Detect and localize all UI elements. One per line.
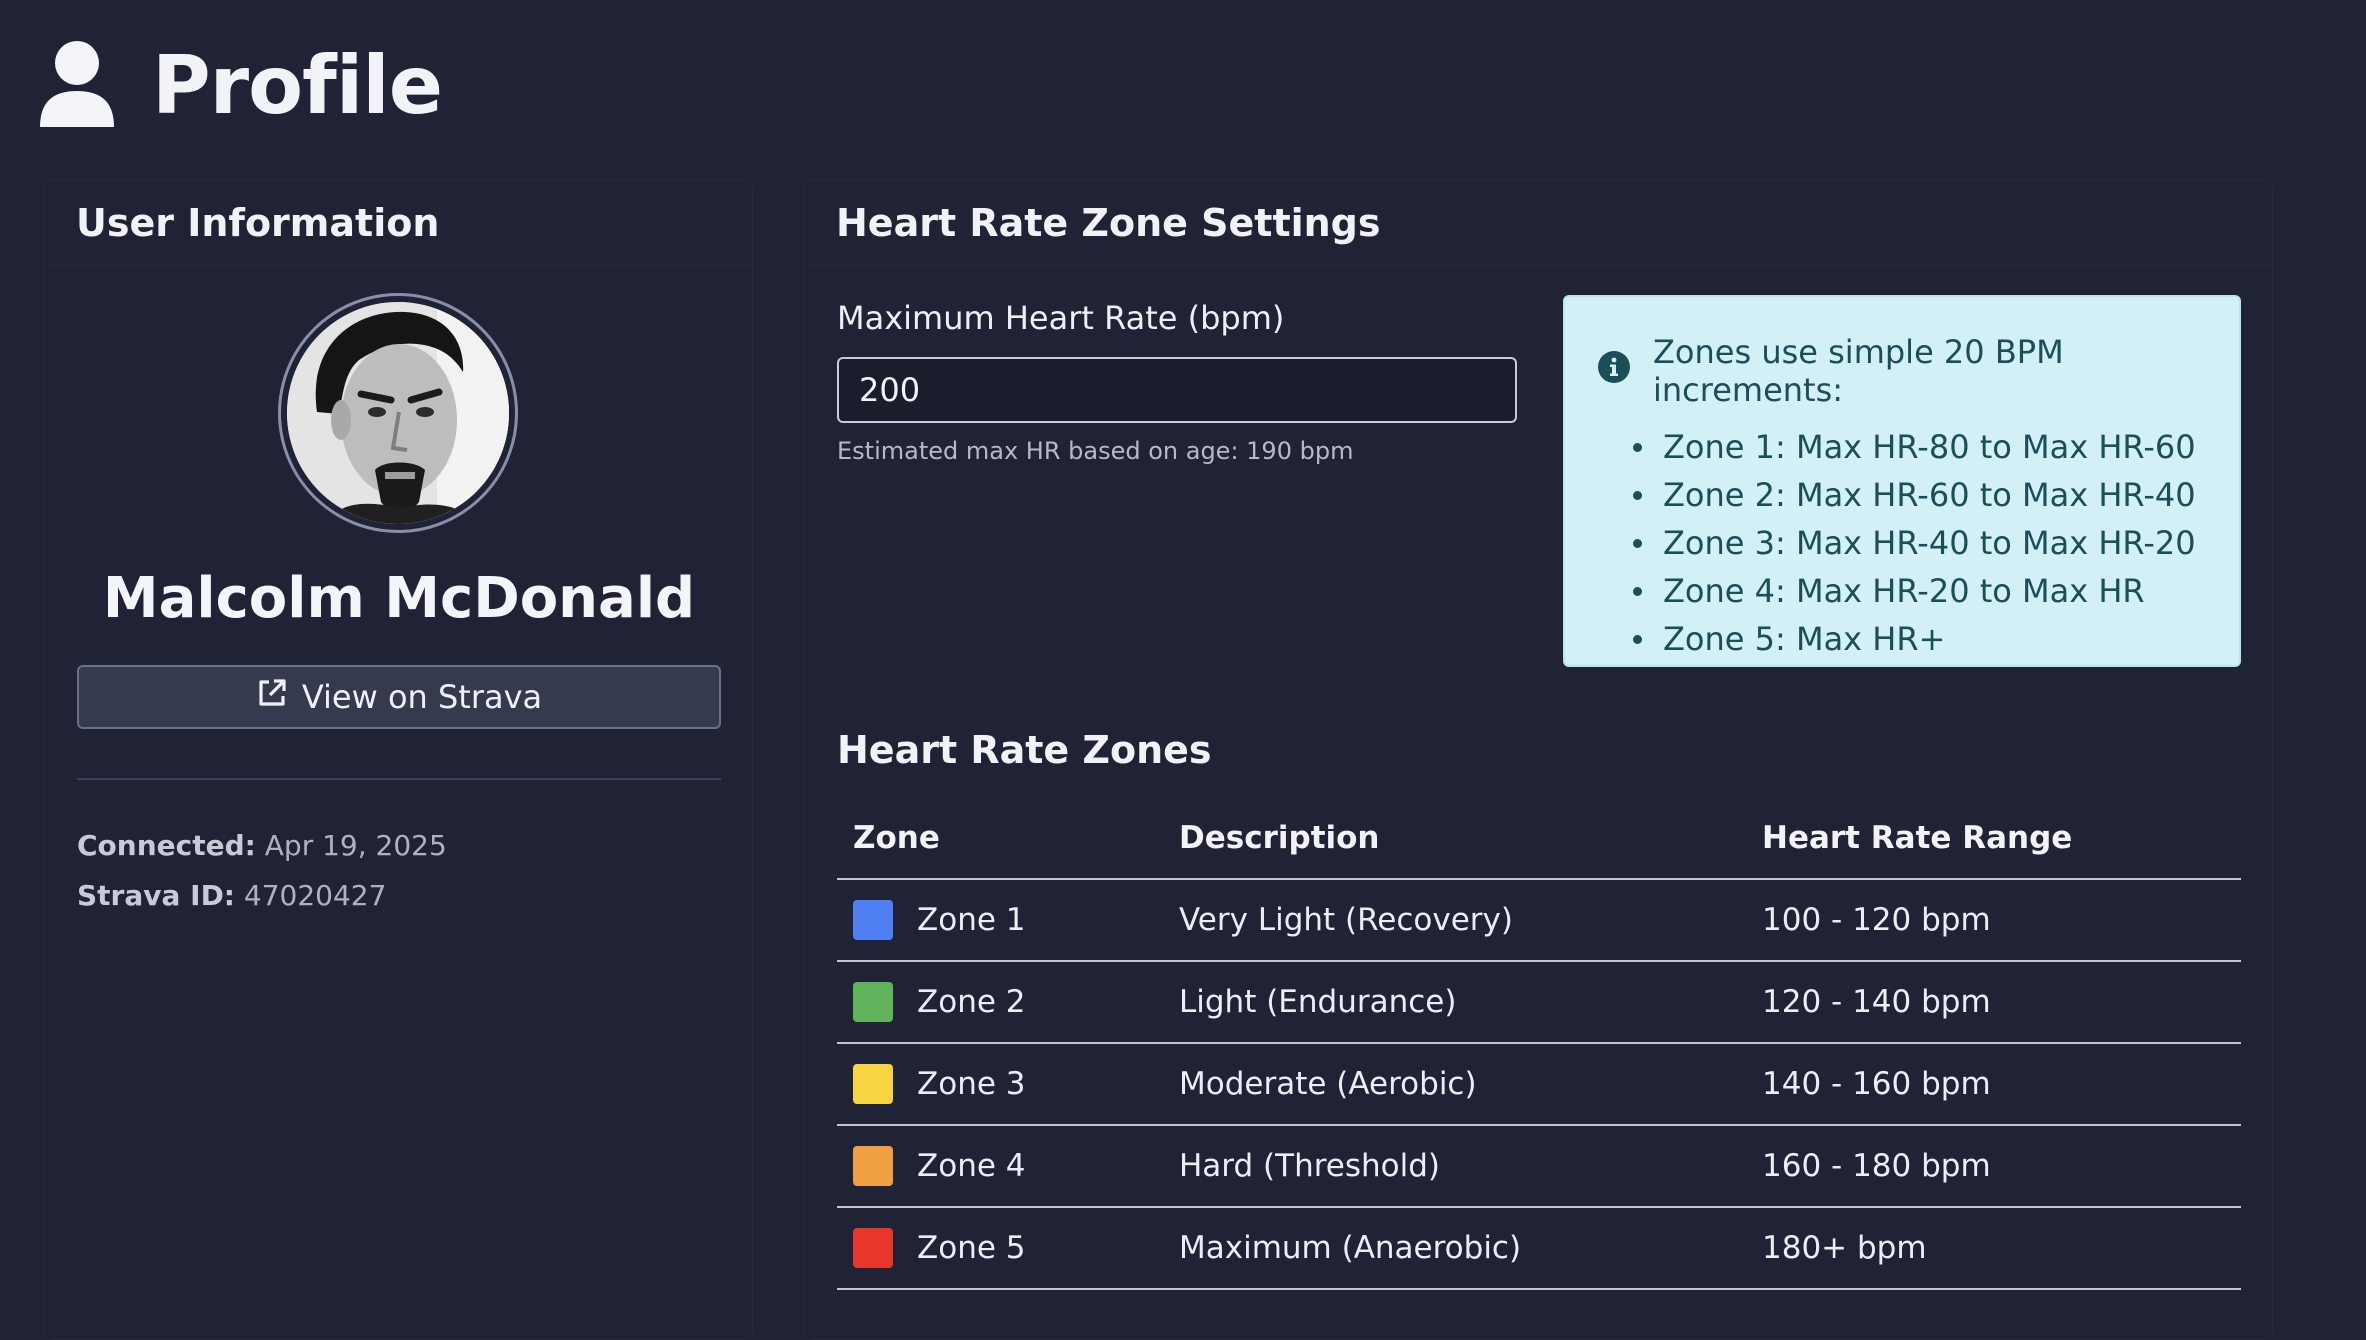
heart-rate-settings-heading: Heart Rate Zone Settings [836,201,1381,245]
zone-cell: Zone 5 [837,1207,1163,1290]
heart-rate-zones-table: Zone Description Heart Rate Range Zone 1… [837,797,2241,1290]
zone-description: Moderate (Aerobic) [1163,1043,1746,1126]
max-hr-help-text: Estimated max HR based on age: 190 bpm [837,437,1354,465]
column-header-range: Heart Rate Range [1746,797,2241,880]
max-hr-label: Maximum Heart Rate (bpm) [837,299,1285,337]
info-circle-icon [1597,350,1631,392]
zone-label: Zone 4 [917,1148,1026,1184]
user-name: Malcolm McDonald [102,566,696,631]
table-row: Zone 1 Very Light (Recovery) 100 - 120 b… [837,879,2241,962]
strava-id: Strava ID: 47020427 [77,879,386,912]
zone-range: 160 - 180 bpm [1746,1125,2241,1208]
zone-cell: Zone 3 [837,1043,1163,1126]
zone-rule-item: Zone 3: Max HR-40 to Max HR-20 [1633,519,2209,567]
table-row: Zone 2 Light (Endurance) 120 - 140 bpm [837,961,2241,1044]
zone-label: Zone 3 [917,1066,1026,1102]
page-header: Profile [38,30,443,140]
connected-label: Connected: [77,829,256,862]
zone-rule-item: Zone 1: Max HR-80 to Max HR-60 [1633,423,2209,471]
zone-description: Very Light (Recovery) [1163,879,1746,962]
user-info-card: User Information Malcolm McDonald View o… [43,180,753,1340]
zone-label: Zone 5 [917,1230,1026,1266]
external-link-icon [256,677,288,717]
zone-range: 100 - 120 bpm [1746,879,2241,962]
zone-rule-item: Zone 5: Max HR+ [1633,615,2209,663]
strava-id-label: Strava ID: [77,879,236,912]
zone-color-swatch [853,982,893,1022]
view-on-strava-label: View on Strava [301,678,543,716]
table-row: Zone 5 Maximum (Anaerobic) 180+ bpm [837,1207,2241,1290]
column-header-description: Description [1163,797,1746,880]
table-row: Zone 3 Moderate (Aerobic) 140 - 160 bpm [837,1043,2241,1126]
user-icon [38,39,116,131]
zone-rule-item: Zone 4: Max HR-20 to Max HR [1633,567,2209,615]
zone-rules-list: Zone 1: Max HR-80 to Max HR-60 Zone 2: M… [1597,423,2209,663]
info-title-text: Zones use simple 20 BPM increments: [1653,333,2064,409]
heart-rate-zones-heading: Heart Rate Zones [837,728,1212,772]
zone-color-swatch [853,1146,893,1186]
avatar-frame [278,293,518,533]
column-header-zone: Zone [837,797,1163,880]
divider [77,778,721,780]
zone-description: Light (Endurance) [1163,961,1746,1044]
zone-cell: Zone 1 [837,879,1163,962]
table-header-row: Zone Description Heart Rate Range [837,797,2241,880]
max-hr-input[interactable] [837,357,1517,423]
zone-description: Maximum (Anaerobic) [1163,1207,1746,1290]
zone-description: Hard (Threshold) [1163,1125,1746,1208]
view-on-strava-button[interactable]: View on Strava [77,665,721,729]
table-row: Zone 4 Hard (Threshold) 160 - 180 bpm [837,1125,2241,1208]
zone-rule-item: Zone 2: Max HR-60 to Max HR-40 [1633,471,2209,519]
zone-color-swatch [853,1064,893,1104]
zones-info-alert: Zones use simple 20 BPM increments: Zone… [1563,295,2241,667]
avatar [287,302,509,524]
strava-id-value: 47020427 [243,879,387,912]
zone-range: 120 - 140 bpm [1746,961,2241,1044]
connected-value: Apr 19, 2025 [264,829,447,862]
zone-cell: Zone 4 [837,1125,1163,1208]
user-info-card-header: User Information [44,181,752,266]
zone-label: Zone 1 [917,902,1026,938]
zone-cell: Zone 2 [837,961,1163,1044]
connected-date: Connected: Apr 19, 2025 [77,829,447,862]
zone-color-swatch [853,1228,893,1268]
zone-range: 180+ bpm [1746,1207,2241,1290]
user-info-heading: User Information [76,201,440,245]
info-title: Zones use simple 20 BPM increments: [1597,333,2209,409]
zone-color-swatch [853,900,893,940]
heart-rate-settings-header: Heart Rate Zone Settings [804,181,2272,266]
zone-label: Zone 2 [917,984,1026,1020]
page-title: Profile [152,38,443,132]
zone-range: 140 - 160 bpm [1746,1043,2241,1126]
heart-rate-settings-card: Heart Rate Zone Settings Maximum Heart R… [803,180,2273,1340]
